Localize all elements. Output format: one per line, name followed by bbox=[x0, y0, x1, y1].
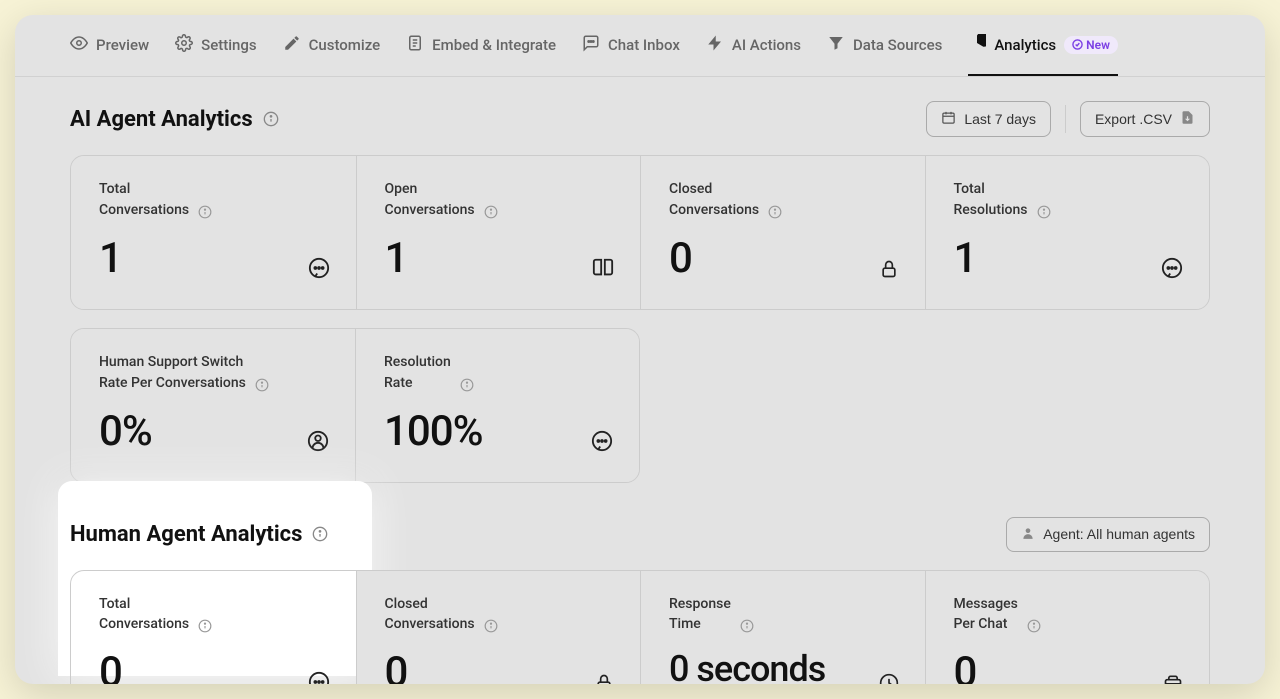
ai-section-header: AI Agent Analytics Last 7 days Export .C… bbox=[70, 101, 1210, 137]
info-icon[interactable] bbox=[1036, 204, 1052, 220]
pencil-icon bbox=[283, 34, 301, 56]
tab-preview[interactable]: Preview bbox=[70, 16, 149, 76]
card-closed-conversations: Closed Conversations 0 bbox=[640, 156, 925, 309]
card-open-conversations: Open Conversations 1 bbox=[356, 156, 641, 309]
chat-icon bbox=[308, 671, 330, 684]
divider bbox=[1065, 105, 1066, 133]
card-total-conversations: Total Conversations 1 bbox=[71, 156, 356, 309]
info-icon[interactable] bbox=[312, 526, 328, 542]
tab-chat-inbox[interactable]: Chat Inbox bbox=[582, 16, 680, 76]
info-icon[interactable] bbox=[767, 204, 783, 220]
tab-label: Preview bbox=[96, 36, 149, 54]
lock-icon bbox=[594, 673, 614, 684]
tab-label: Data Sources bbox=[853, 36, 942, 54]
card-response-time: Response Time 0 seconds bbox=[640, 571, 925, 684]
tab-ai-actions[interactable]: AI Actions bbox=[706, 16, 801, 76]
ai-metric-cards-row2: Human Support Switch Rate Per Conversati… bbox=[70, 328, 640, 483]
tab-label: Customize bbox=[309, 36, 381, 54]
agent-filter-button[interactable]: Agent: All human agents bbox=[1006, 517, 1210, 552]
funnel-icon bbox=[827, 34, 845, 56]
card-resolution-rate: Resolution Rate 100% bbox=[355, 329, 639, 482]
info-icon[interactable] bbox=[739, 618, 755, 634]
card-human-total-conversations: Total Conversations 0 bbox=[71, 571, 356, 684]
tab-label: Embed & Integrate bbox=[432, 36, 556, 54]
tab-bar: Preview Settings Customize Embed & Integ… bbox=[15, 15, 1265, 77]
bolt-icon bbox=[706, 34, 724, 56]
tab-label: Analytics bbox=[994, 36, 1056, 54]
tab-customize[interactable]: Customize bbox=[283, 16, 381, 76]
tab-label: Chat Inbox bbox=[608, 36, 680, 54]
card-total-resolutions: Total Resolutions 1 bbox=[925, 156, 1210, 309]
card-human-closed-conversations: Closed Conversations 0 bbox=[356, 571, 641, 684]
ai-metric-cards-row1: Total Conversations 1 Open Conversations… bbox=[70, 155, 1210, 310]
tab-data-sources[interactable]: Data Sources bbox=[827, 16, 942, 76]
document-icon bbox=[406, 34, 424, 56]
date-range-button[interactable]: Last 7 days bbox=[926, 101, 1051, 137]
info-icon[interactable] bbox=[263, 111, 279, 127]
info-icon[interactable] bbox=[197, 204, 213, 220]
card-messages-per-chat: Messages Per Chat 0 bbox=[925, 571, 1210, 684]
lock-icon bbox=[879, 259, 899, 283]
download-icon bbox=[1180, 110, 1195, 128]
human-metric-cards: Total Conversations 0 Closed Conversatio… bbox=[70, 570, 1210, 684]
info-icon[interactable] bbox=[197, 618, 213, 634]
new-badge: New bbox=[1064, 36, 1118, 54]
info-icon[interactable] bbox=[483, 204, 499, 220]
tab-analytics[interactable]: Analytics New bbox=[968, 16, 1118, 76]
tab-settings[interactable]: Settings bbox=[175, 16, 257, 76]
chat-icon bbox=[582, 34, 600, 56]
export-csv-button[interactable]: Export .CSV bbox=[1080, 101, 1210, 137]
user-icon bbox=[307, 430, 329, 456]
book-icon bbox=[592, 257, 614, 283]
tab-label: AI Actions bbox=[732, 36, 801, 54]
eye-icon bbox=[70, 34, 88, 56]
chat-icon bbox=[1161, 257, 1183, 283]
section-title: AI Agent Analytics bbox=[70, 107, 253, 132]
clock-icon bbox=[879, 673, 899, 684]
user-icon bbox=[1021, 526, 1035, 543]
chat-icon bbox=[308, 257, 330, 283]
human-section-header: Human Agent Analytics Agent: All human a… bbox=[70, 517, 1210, 552]
chat-icon bbox=[591, 430, 613, 456]
inbox-icon bbox=[1163, 673, 1183, 684]
chart-pie-icon bbox=[968, 34, 986, 56]
info-icon[interactable] bbox=[254, 377, 270, 393]
gear-icon bbox=[175, 34, 193, 56]
tab-label: Settings bbox=[201, 36, 257, 54]
card-human-switch-rate: Human Support Switch Rate Per Conversati… bbox=[71, 329, 355, 482]
calendar-icon bbox=[941, 110, 956, 128]
tab-embed[interactable]: Embed & Integrate bbox=[406, 16, 556, 76]
info-icon[interactable] bbox=[459, 377, 475, 393]
info-icon[interactable] bbox=[1026, 618, 1042, 634]
section-title: Human Agent Analytics bbox=[70, 522, 302, 547]
info-icon[interactable] bbox=[483, 618, 499, 634]
